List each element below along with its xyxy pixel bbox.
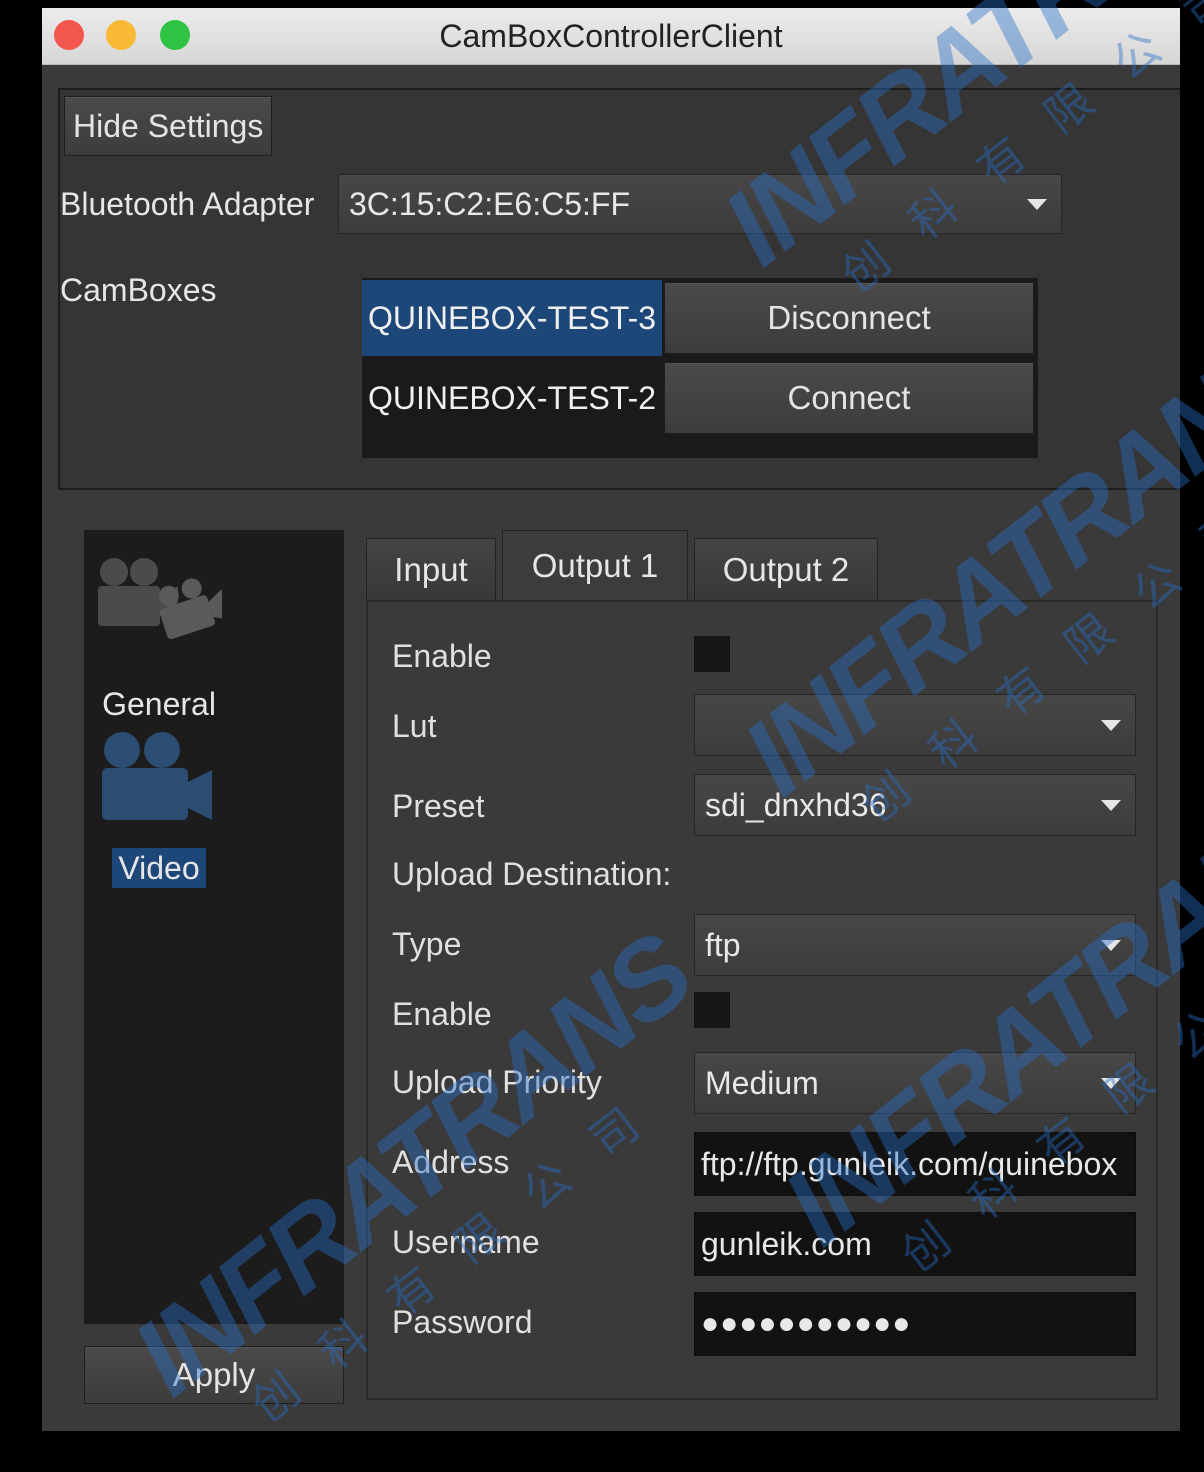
connect-button[interactable]: Connect xyxy=(664,362,1034,434)
preset-select[interactable]: sdi_dnxhd36 xyxy=(694,774,1136,836)
upload-destination-heading: Upload Destination: xyxy=(392,856,672,892)
type-label: Type xyxy=(392,926,462,962)
tab-output-1[interactable]: Output 1 xyxy=(502,530,688,604)
password-input[interactable]: ●●●●●●●●●●● xyxy=(694,1292,1136,1356)
type-select[interactable]: ftp xyxy=(694,914,1136,976)
cambox-list: QUINEBOX-TEST-3 Disconnect QUINEBOX-TEST… xyxy=(362,278,1038,458)
tab-input[interactable]: Input xyxy=(366,538,496,602)
enable-checkbox[interactable] xyxy=(694,636,730,672)
chevron-down-icon xyxy=(1101,720,1121,731)
username-input[interactable]: gunleik.com xyxy=(694,1212,1136,1276)
cambox-row[interactable]: QUINEBOX-TEST-3 Disconnect xyxy=(362,280,1038,358)
hide-settings-button[interactable]: Hide Settings xyxy=(64,96,272,156)
output-settings-pane: Enable Lut Preset sdi_dnxhd36 Upload Des… xyxy=(366,600,1158,1400)
category-sidebar: General Video xyxy=(84,530,344,1324)
upload-priority-select[interactable]: Medium xyxy=(694,1052,1136,1114)
enable-label: Enable xyxy=(392,638,492,674)
preset-label: Preset xyxy=(392,788,485,824)
lut-select[interactable] xyxy=(694,694,1136,756)
sidebar-item-general[interactable]: General xyxy=(84,550,234,730)
disconnect-button[interactable]: Disconnect xyxy=(664,282,1034,354)
apply-button[interactable]: Apply xyxy=(84,1346,344,1404)
title-bar: CamBoxControllerClient xyxy=(42,8,1180,65)
settings-panel: Hide Settings Bluetooth Adapter 3C:15:C2… xyxy=(58,88,1180,490)
sidebar-item-label: Video xyxy=(84,848,234,888)
tab-output-2[interactable]: Output 2 xyxy=(694,538,878,602)
upload-enable-label: Enable xyxy=(392,996,492,1032)
cambox-name[interactable]: QUINEBOX-TEST-3 xyxy=(362,280,662,356)
chevron-down-icon xyxy=(1101,940,1121,951)
address-label: Address xyxy=(392,1144,510,1180)
bluetooth-adapter-select[interactable]: 3C:15:C2:E6:C5:FF xyxy=(338,174,1062,234)
bluetooth-adapter-value: 3C:15:C2:E6:C5:FF xyxy=(349,186,630,222)
upload-priority-value: Medium xyxy=(705,1065,819,1101)
password-label: Password xyxy=(392,1304,533,1340)
address-input[interactable]: ftp://ftp.gunleik.com/quinebox xyxy=(694,1132,1136,1196)
preset-value: sdi_dnxhd36 xyxy=(705,787,887,823)
window-title: CamBoxControllerClient xyxy=(439,18,783,54)
lut-label: Lut xyxy=(392,708,437,744)
sidebar-item-video[interactable]: Video xyxy=(84,726,234,906)
cameras-icon xyxy=(98,558,222,640)
cambox-row[interactable]: QUINEBOX-TEST-2 Connect xyxy=(362,360,1038,438)
chevron-down-icon xyxy=(1101,800,1121,811)
bluetooth-adapter-label: Bluetooth Adapter xyxy=(60,186,315,222)
type-value: ftp xyxy=(705,927,741,963)
camboxes-label: CamBoxes xyxy=(60,272,217,308)
chevron-down-icon xyxy=(1027,199,1047,210)
username-label: Username xyxy=(392,1224,540,1260)
upload-priority-label: Upload Priority xyxy=(392,1064,602,1100)
app-window: CamBoxControllerClient Hide Settings Blu… xyxy=(42,8,1180,1431)
cambox-name[interactable]: QUINEBOX-TEST-2 xyxy=(362,360,662,436)
sidebar-item-label: General xyxy=(102,686,216,722)
chevron-down-icon xyxy=(1101,1078,1121,1089)
upload-enable-checkbox[interactable] xyxy=(694,992,730,1028)
video-camera-icon xyxy=(102,732,212,820)
